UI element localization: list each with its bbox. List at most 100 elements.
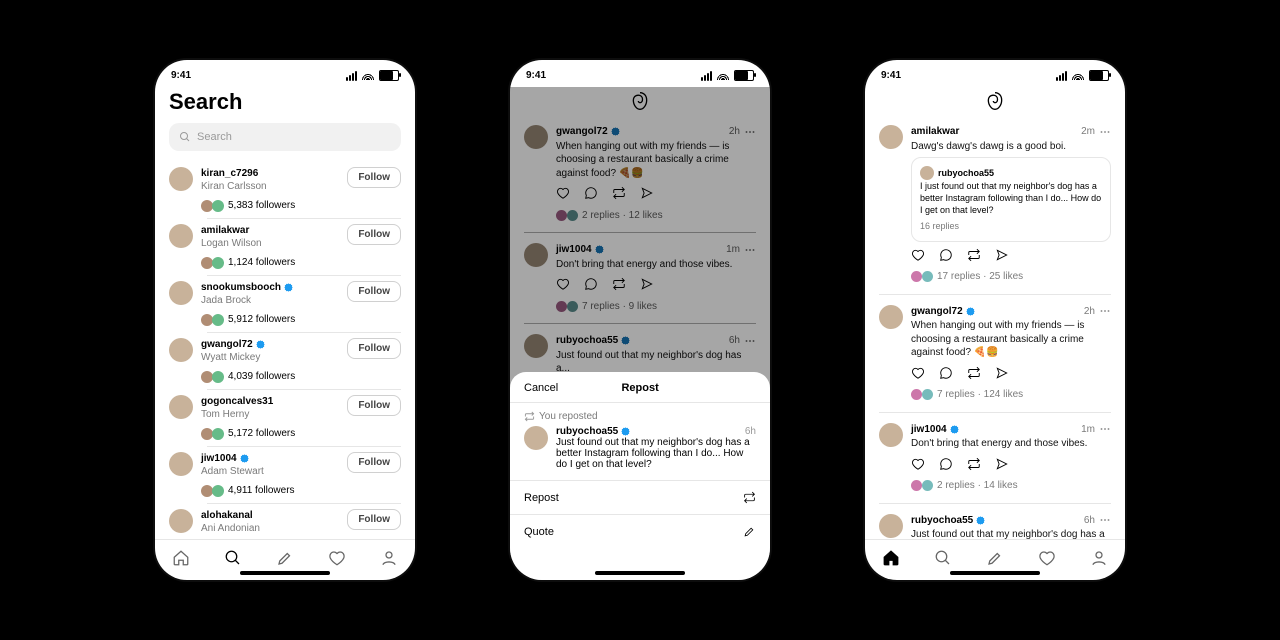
clock: 9:41 bbox=[526, 70, 546, 81]
tab-activity[interactable] bbox=[328, 549, 346, 572]
follow-button[interactable]: Follow bbox=[347, 281, 401, 302]
wifi-icon bbox=[717, 72, 729, 80]
option-repost[interactable]: Repost bbox=[510, 480, 770, 514]
option-quote[interactable]: Quote bbox=[510, 514, 770, 548]
post-text: Just found out that my neighbor's dog ha… bbox=[556, 437, 756, 470]
battery-icon bbox=[1089, 70, 1109, 81]
avatar[interactable] bbox=[169, 281, 193, 305]
followers-count: 5,383 followers bbox=[201, 199, 339, 212]
tab-search[interactable] bbox=[934, 549, 952, 572]
post-stats[interactable]: 17 replies · 25 likes bbox=[911, 270, 1111, 284]
display-name: Ani Andonian bbox=[201, 522, 339, 535]
search-result-row[interactable]: gogoncalves31 Tom Herny 5,172 followers … bbox=[155, 389, 415, 446]
wifi-icon bbox=[362, 72, 374, 80]
display-name: Wyatt Mickey bbox=[201, 351, 339, 364]
username: jiw1004 bbox=[201, 452, 339, 465]
verified-icon bbox=[966, 307, 975, 316]
username[interactable]: rubyochoa55 6h bbox=[556, 426, 756, 437]
tab-home[interactable] bbox=[172, 549, 190, 572]
timestamp: 6h bbox=[1084, 514, 1111, 528]
post[interactable]: rubyochoa55 6h Just found out that my ne… bbox=[879, 504, 1111, 539]
share-button[interactable] bbox=[995, 366, 1009, 385]
status-bar: 9:41 bbox=[510, 60, 770, 87]
username: kiran_c7296 bbox=[201, 167, 339, 180]
repost-button[interactable] bbox=[967, 248, 981, 267]
home-indicator[interactable] bbox=[950, 571, 1040, 575]
followers-count: 5,912 followers bbox=[201, 313, 339, 326]
avatar[interactable] bbox=[879, 423, 903, 447]
verified-icon bbox=[950, 425, 959, 434]
search-input[interactable]: Search bbox=[169, 123, 401, 151]
follow-button[interactable]: Follow bbox=[347, 395, 401, 416]
signal-icon bbox=[1056, 71, 1067, 81]
post[interactable]: amilakwar 2m Dawg's dawg's dawg is a goo… bbox=[879, 115, 1111, 295]
avatar[interactable] bbox=[879, 514, 903, 538]
follow-button[interactable]: Follow bbox=[347, 509, 401, 530]
reply-button[interactable] bbox=[939, 248, 953, 267]
share-button[interactable] bbox=[995, 248, 1009, 267]
follow-button[interactable]: Follow bbox=[347, 167, 401, 188]
sheet-title: Repost bbox=[558, 382, 722, 394]
avatar[interactable] bbox=[879, 305, 903, 329]
post-text: When hanging out with my friends — is ch… bbox=[911, 319, 1111, 360]
avatar[interactable] bbox=[169, 224, 193, 248]
verified-icon bbox=[621, 427, 630, 436]
tab-profile[interactable] bbox=[1090, 549, 1108, 572]
post-text: Just found out that my neighbor's dog ha… bbox=[911, 528, 1111, 539]
tab-compose[interactable] bbox=[986, 549, 1004, 572]
follow-button[interactable]: Follow bbox=[347, 338, 401, 359]
repost-button[interactable] bbox=[967, 366, 981, 385]
quoted-replies[interactable]: 16 replies bbox=[920, 220, 1102, 232]
follow-button[interactable]: Follow bbox=[347, 452, 401, 473]
like-button[interactable] bbox=[911, 366, 925, 385]
avatar[interactable] bbox=[524, 426, 548, 450]
home-indicator[interactable] bbox=[595, 571, 685, 575]
reposted-label: You reposted bbox=[524, 411, 756, 422]
signal-icon bbox=[701, 71, 712, 81]
post[interactable]: gwangol72 2h When hanging out with my fr… bbox=[879, 295, 1111, 413]
quoted-post[interactable]: rubyochoa55 I just found out that my nei… bbox=[911, 157, 1111, 242]
post-stats[interactable]: 2 replies · 14 likes bbox=[911, 479, 1111, 493]
search-result-row[interactable]: kiran_c7296 Kiran Carlsson 5,383 followe… bbox=[155, 161, 415, 218]
avatar[interactable] bbox=[879, 125, 903, 149]
cancel-button[interactable]: Cancel bbox=[524, 382, 558, 394]
followers-count: 4,911 followers bbox=[201, 484, 339, 497]
post[interactable]: jiw1004 1m Don't bring that energy and t… bbox=[879, 413, 1111, 504]
display-name: Kiran Carlsson bbox=[201, 180, 339, 193]
status-bar: 9:41 bbox=[865, 60, 1125, 87]
follow-button[interactable]: Follow bbox=[347, 224, 401, 245]
tab-search[interactable] bbox=[224, 549, 242, 572]
search-result-row[interactable]: gwangol72 Wyatt Mickey 4,039 followers F… bbox=[155, 332, 415, 389]
avatar[interactable] bbox=[169, 167, 193, 191]
search-result-row[interactable]: snookumsbooch Jada Brock 5,912 followers… bbox=[155, 275, 415, 332]
tab-profile[interactable] bbox=[380, 549, 398, 572]
tab-activity[interactable] bbox=[1038, 549, 1056, 572]
username: jiw1004 bbox=[911, 423, 959, 437]
verified-icon bbox=[256, 340, 265, 349]
repost-button[interactable] bbox=[967, 457, 981, 476]
username: alohakanal bbox=[201, 509, 339, 522]
post-stats[interactable]: 7 replies · 124 likes bbox=[911, 388, 1111, 402]
page-title: Search bbox=[169, 89, 401, 115]
like-button[interactable] bbox=[911, 248, 925, 267]
timestamp: 2h bbox=[1084, 305, 1111, 319]
followers-count: 4,039 followers bbox=[201, 370, 339, 383]
tab-home[interactable] bbox=[882, 549, 900, 572]
home-indicator[interactable] bbox=[240, 571, 330, 575]
avatar[interactable] bbox=[169, 395, 193, 419]
search-icon bbox=[179, 131, 191, 143]
tab-compose[interactable] bbox=[276, 549, 294, 572]
search-result-row[interactable]: alohakanal Ani Andonian Follow bbox=[155, 503, 415, 539]
avatar[interactable] bbox=[169, 338, 193, 362]
avatar[interactable] bbox=[169, 509, 193, 533]
reply-button[interactable] bbox=[939, 366, 953, 385]
status-bar: 9:41 bbox=[155, 60, 415, 87]
share-button[interactable] bbox=[995, 457, 1009, 476]
reply-button[interactable] bbox=[939, 457, 953, 476]
search-result-row[interactable]: amilakwar Logan Wilson 1,124 followers F… bbox=[155, 218, 415, 275]
battery-icon bbox=[379, 70, 399, 81]
like-button[interactable] bbox=[911, 457, 925, 476]
search-result-row[interactable]: jiw1004 Adam Stewart 4,911 followers Fol… bbox=[155, 446, 415, 503]
avatar[interactable] bbox=[169, 452, 193, 476]
display-name: Adam Stewart bbox=[201, 465, 339, 478]
